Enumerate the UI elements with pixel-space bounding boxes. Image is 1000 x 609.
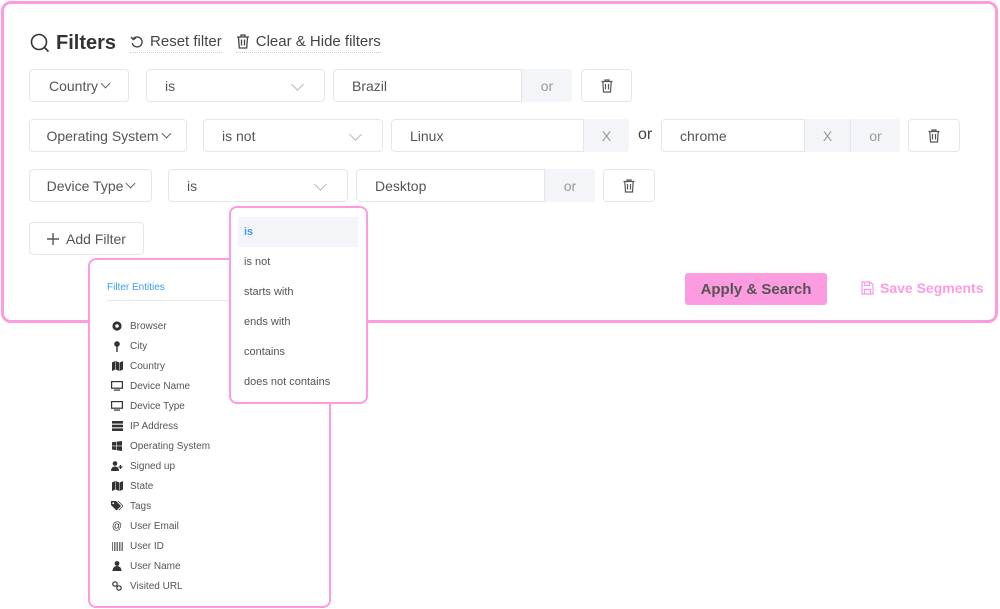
delete-filter-button[interactable]: [908, 119, 960, 152]
trash-icon: [601, 78, 612, 93]
filter-value-text: Linux: [410, 127, 444, 144]
entity-item-user-id[interactable]: User ID: [111, 536, 210, 556]
filter-value-text: chrome: [680, 127, 727, 144]
clear-hide-filters-button[interactable]: Clear & Hide filters: [235, 33, 381, 53]
entity-item-device-type[interactable]: Device Type: [111, 396, 210, 416]
operator-option-starts-with[interactable]: starts with: [238, 277, 358, 307]
filter-operator-label: is: [165, 77, 176, 94]
search-icon: [30, 33, 50, 53]
chevron-down-icon: [125, 178, 136, 189]
user-plus-icon: [111, 460, 123, 472]
operator-option-is-not[interactable]: is not: [238, 247, 358, 277]
filter-operator-select[interactable]: is not: [203, 119, 383, 152]
remove-value-button[interactable]: X: [583, 119, 629, 152]
save-segments-label: Save Segments: [880, 280, 984, 296]
chevron-down-icon: [314, 178, 327, 191]
map-pin-icon: [111, 340, 123, 352]
add-filter-label: Add Filter: [66, 230, 126, 247]
entity-item-user-name[interactable]: User Name: [111, 556, 210, 576]
filters-header: Filters Reset filter Clear & Hide filter…: [30, 30, 381, 56]
windows-icon: [111, 440, 123, 452]
user-icon: [111, 560, 123, 572]
filter-field-select[interactable]: Device Type: [29, 169, 152, 202]
reset-filter-button[interactable]: Reset filter: [130, 33, 222, 53]
filter-value-text: Brazil: [352, 77, 388, 94]
filter-field-label: Operating System: [46, 127, 159, 144]
entity-item-signed-up[interactable]: Signed up: [111, 456, 210, 476]
map-icon: [111, 360, 123, 372]
chevron-down-icon: [291, 78, 304, 91]
add-filter-button[interactable]: Add Filter: [29, 222, 144, 255]
desktop-icon: [111, 400, 123, 412]
barcode-icon: [111, 540, 123, 552]
entity-item-ip-address[interactable]: IP Address: [111, 416, 210, 436]
entity-item-tags[interactable]: Tags: [111, 496, 210, 516]
entity-item-city[interactable]: City: [111, 336, 210, 356]
or-button[interactable]: or: [850, 119, 900, 152]
trash-icon: [623, 178, 635, 193]
operator-option-ends-with[interactable]: ends with: [238, 307, 358, 337]
clear-hide-filters-label: Clear & Hide filters: [255, 33, 381, 50]
filter-field-select[interactable]: Country: [29, 69, 129, 102]
chevron-down-icon: [161, 128, 171, 139]
filter-value-input[interactable]: chrome X or: [661, 119, 900, 152]
operator-option-contains[interactable]: contains: [238, 337, 358, 367]
entity-item-operating-system[interactable]: Operating System: [111, 436, 210, 456]
map-icon: [111, 480, 123, 492]
entity-item-state[interactable]: State: [111, 476, 210, 496]
save-segments-button[interactable]: Save Segments: [861, 280, 984, 296]
apply-search-button[interactable]: Apply & Search: [685, 273, 827, 305]
save-icon: [861, 281, 874, 295]
remove-value-button[interactable]: X: [804, 119, 850, 152]
server-icon: [111, 420, 123, 432]
at-icon: @: [111, 520, 123, 532]
filter-field-label: Country: [48, 77, 99, 94]
desktop-icon: [111, 380, 123, 392]
filter-value-input[interactable]: Desktop or: [356, 169, 595, 202]
operator-option-does-not-contains[interactable]: does not contains: [238, 367, 358, 397]
delete-filter-button[interactable]: [581, 69, 632, 102]
divider: [107, 300, 237, 301]
entity-item-user-email[interactable]: @ User Email: [111, 516, 210, 536]
filter-value-input[interactable]: Brazil or: [333, 69, 572, 102]
entity-item-visited-url[interactable]: Visited URL: [111, 576, 210, 596]
or-button[interactable]: or: [521, 69, 572, 102]
filter-operator-label: is: [187, 177, 198, 194]
trash-icon: [236, 34, 249, 49]
filter-value-text: Desktop: [375, 177, 427, 194]
filter-operator-select[interactable]: is: [146, 69, 325, 102]
entity-item-device-name[interactable]: Device Name: [111, 376, 210, 396]
filters-title: Filters: [30, 32, 116, 55]
filter-operator-select[interactable]: is: [168, 169, 348, 202]
filter-field-label: Device Type: [46, 177, 124, 194]
chevron-down-icon: [100, 78, 111, 89]
link-icon: [111, 580, 123, 592]
plus-icon: [47, 232, 60, 245]
filter-field-select[interactable]: Operating System: [29, 119, 187, 152]
tags-icon: [111, 500, 123, 512]
filter-entities-heading: Filter Entities: [107, 282, 165, 293]
chrome-icon: [111, 320, 123, 332]
filter-operator-label: is not: [222, 127, 256, 144]
chevron-down-icon: [349, 128, 362, 141]
or-joiner: or: [638, 126, 653, 143]
filters-title-text: Filters: [56, 31, 117, 54]
operator-options: is is not starts with ends with contains…: [238, 217, 358, 397]
or-button[interactable]: or: [544, 169, 595, 202]
trash-icon: [928, 128, 940, 143]
operator-dropdown: is is not starts with ends with contains…: [229, 206, 368, 404]
filter-value-input[interactable]: Linux X: [391, 119, 629, 152]
operator-option-is[interactable]: is: [238, 217, 358, 247]
entity-item-browser[interactable]: Browser: [111, 316, 210, 336]
entity-item-country[interactable]: Country: [111, 356, 210, 376]
reset-filter-label: Reset filter: [150, 33, 222, 50]
entity-list: Browser City Country Device Name Device …: [111, 316, 210, 596]
reset-icon: [130, 35, 143, 48]
delete-filter-button[interactable]: [603, 169, 655, 202]
